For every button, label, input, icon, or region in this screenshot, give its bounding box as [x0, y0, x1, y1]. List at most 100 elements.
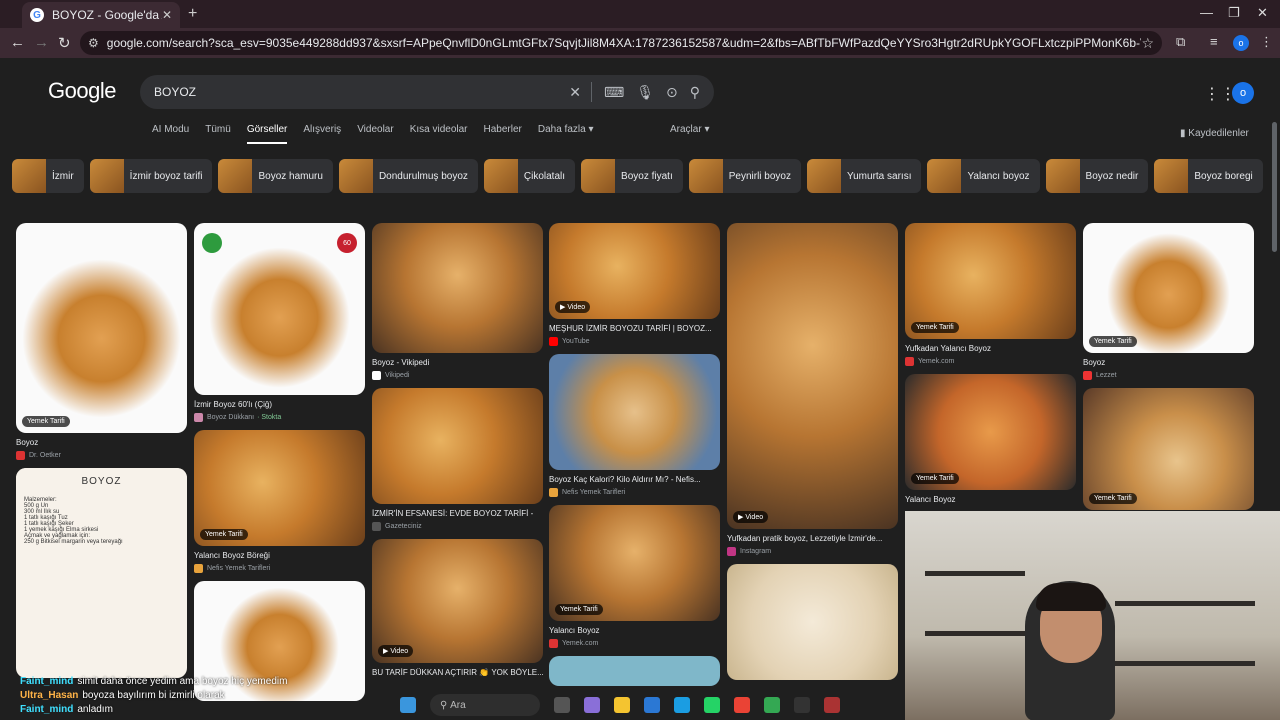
chrome-active-icon[interactable]: [764, 697, 780, 713]
result-title[interactable]: Yufkadan Yalancı Boyoz: [905, 344, 1076, 353]
result-title[interactable]: MEŞHUR İZMİR BOYOZU TARİFİ | BOYOZ...: [549, 324, 720, 333]
chip[interactable]: İzmir: [12, 159, 84, 193]
result-title[interactable]: Yufkadan pratik boyoz, Lezzetiyle İzmir'…: [727, 534, 898, 543]
lens-icon[interactable]: ⊙: [666, 84, 678, 101]
taskbar-search[interactable]: ⚲ Ara: [430, 694, 540, 716]
menu-icon[interactable]: ⋮: [1260, 34, 1273, 50]
tab-images[interactable]: Görseller: [246, 124, 288, 144]
result-source[interactable]: Gazeteciniz: [372, 522, 543, 531]
result-source[interactable]: Nefis Yemek Tarifleri: [194, 564, 365, 573]
close-window-icon[interactable]: ✕: [1257, 5, 1268, 21]
result-title[interactable]: İzmir Boyoz 60'lı (Çiğ): [194, 400, 365, 409]
result-source[interactable]: Vikipedi: [372, 371, 543, 380]
minimize-icon[interactable]: —: [1200, 5, 1213, 20]
browser-profile-avatar[interactable]: o: [1233, 35, 1249, 51]
image-result[interactable]: Yemek Tarifi Boyoz Dr. Oetker: [16, 223, 187, 460]
image-result[interactable]: ▶ Video BU TARİF DÜKKAN AÇTIRIR 👏 YOK BÖ…: [372, 539, 543, 677]
result-source[interactable]: Yemek.com: [549, 639, 720, 648]
image-result[interactable]: İZMİR'İN EFSANESİ: EVDE BOYOZ TARİFİ - G…: [372, 388, 543, 531]
url-bar[interactable]: ⚙ google.com/search?sca_esv=9035e449288d…: [80, 31, 1162, 55]
google-logo[interactable]: Google: [48, 78, 116, 104]
image-result[interactable]: [549, 656, 720, 686]
result-image[interactable]: ▶ Video: [549, 223, 720, 319]
scrollbar[interactable]: [1272, 122, 1277, 252]
result-source[interactable]: Lezzet: [1083, 371, 1254, 380]
store-icon[interactable]: [644, 697, 660, 713]
image-result[interactable]: 60 İzmir Boyoz 60'lı (Çiğ) Boyoz Dükkanı…: [194, 223, 365, 422]
browser-tab[interactable]: G BOYOZ - Google'da Ara ✕: [22, 2, 180, 28]
chip[interactable]: Boyoz fiyatı: [581, 159, 683, 193]
mic-icon[interactable]: 🎙: [636, 84, 654, 101]
back-icon[interactable]: ←: [10, 34, 25, 51]
result-image[interactable]: [549, 354, 720, 470]
tab-more[interactable]: Daha fazla ▾: [538, 124, 594, 144]
result-image[interactable]: 60: [194, 223, 365, 395]
search-input[interactable]: BOYOZ: [154, 85, 557, 99]
terminal-icon[interactable]: [794, 697, 810, 713]
result-image[interactable]: Yemek Tarifi: [16, 223, 187, 433]
result-title[interactable]: Boyoz: [1083, 358, 1254, 367]
tab-news[interactable]: Haberler: [484, 124, 522, 144]
forward-icon[interactable]: →: [34, 34, 49, 51]
media-icon[interactable]: ≡: [1210, 34, 1218, 49]
result-image[interactable]: Yemek Tarifi: [1083, 223, 1254, 353]
app-icon[interactable]: [824, 697, 840, 713]
result-image[interactable]: [727, 564, 898, 680]
result-title[interactable]: Boyoz Kaç Kalori? Kilo Aldırır Mı? - Nef…: [549, 475, 720, 484]
close-tab-icon[interactable]: ✕: [162, 8, 172, 22]
result-image[interactable]: Yemek Tarifi: [905, 374, 1076, 490]
clear-icon[interactable]: ✕: [569, 84, 581, 101]
chip[interactable]: Dondurulmuş boyoz: [338, 159, 478, 193]
bookmark-star-icon[interactable]: ☆: [1141, 35, 1154, 52]
result-image[interactable]: Yemek Tarifi: [1083, 388, 1254, 510]
result-source[interactable]: Boyoz Dükkanı · Stokta: [194, 413, 365, 422]
image-result[interactable]: ▶ Video Yufkadan pratik boyoz, Lezzetiyl…: [727, 223, 898, 556]
chip[interactable]: İzmir boyoz tarifi: [89, 159, 213, 193]
tab-all[interactable]: Tümü: [205, 124, 231, 144]
image-result[interactable]: Yemek Tarifi Boyoz Lezzet: [1083, 223, 1254, 380]
image-result[interactable]: Boyoz Kaç Kalori? Kilo Aldırır Mı? - Nef…: [549, 354, 720, 497]
search-box[interactable]: BOYOZ ✕ ⌨ 🎙 ⊙ ⚲: [140, 75, 714, 109]
tab-ai-mode[interactable]: AI Modu: [152, 124, 189, 144]
result-image[interactable]: [549, 656, 720, 686]
copilot-icon[interactable]: [584, 697, 600, 713]
chip[interactable]: Boyoz boregi: [1154, 159, 1263, 193]
image-result[interactable]: Yemek Tarifi Yufkadan Yalancı Boyoz Yeme…: [905, 223, 1076, 366]
site-info-icon[interactable]: ⚙: [88, 36, 99, 50]
image-result[interactable]: Boyoz - Vikipedi Vikipedi: [372, 223, 543, 380]
result-source[interactable]: Dr. Oetker: [16, 451, 187, 460]
image-result[interactable]: BOYOZ Malzemeler: 500 g Un 300 ml Ilık s…: [16, 468, 187, 678]
edge-icon[interactable]: [674, 697, 690, 713]
chip[interactable]: Boyoz nedir: [1045, 159, 1149, 193]
result-title[interactable]: Yalancı Boyoz: [549, 626, 720, 635]
task-view-icon[interactable]: [554, 697, 570, 713]
result-image[interactable]: ▶ Video: [372, 539, 543, 663]
search-icon[interactable]: ⚲: [690, 84, 700, 101]
result-image[interactable]: [372, 223, 543, 353]
result-source[interactable]: Instagram: [727, 547, 898, 556]
maximize-icon[interactable]: ❐: [1228, 5, 1240, 21]
image-result[interactable]: [727, 564, 898, 680]
result-image[interactable]: [372, 388, 543, 504]
chrome-icon[interactable]: [734, 697, 750, 713]
result-title[interactable]: BU TARİF DÜKKAN AÇTIRIR 👏 YOK BÖYLE...: [372, 668, 543, 677]
result-source[interactable]: Nefis Yemek Tarifleri: [549, 488, 720, 497]
chip[interactable]: Yalancı boyoz: [927, 159, 1040, 193]
chip[interactable]: Boyoz hamuru: [218, 159, 333, 193]
result-title[interactable]: İZMİR'İN EFSANESİ: EVDE BOYOZ TARİFİ -: [372, 509, 543, 518]
tools-button[interactable]: Araçlar ▾: [670, 124, 709, 135]
whatsapp-icon[interactable]: [704, 697, 720, 713]
result-image[interactable]: Yemek Tarifi: [549, 505, 720, 621]
tab-shopping[interactable]: Alışveriş: [303, 124, 341, 144]
image-result[interactable]: Yemek Tarifi Yalancı Boyoz: [905, 374, 1076, 504]
tab-videos[interactable]: Videolar: [357, 124, 394, 144]
new-tab-icon[interactable]: +: [188, 5, 197, 23]
image-result[interactable]: ▶ Video MEŞHUR İZMİR BOYOZU TARİFİ | BOY…: [549, 223, 720, 346]
result-image[interactable]: Yemek Tarifi: [905, 223, 1076, 339]
image-result[interactable]: Yemek Tarifi Yalancı Boyoz Böreği Nefis …: [194, 430, 365, 573]
result-title[interactable]: Yalancı Boyoz: [905, 495, 1076, 504]
saved-button[interactable]: ▮ Kaydedilenler: [1180, 128, 1249, 139]
result-title[interactable]: Boyoz - Vikipedi: [372, 358, 543, 367]
tab-short-videos[interactable]: Kısa videolar: [410, 124, 468, 144]
image-result[interactable]: Yemek Tarifi Yalancı Boyoz Yemek.com: [549, 505, 720, 648]
